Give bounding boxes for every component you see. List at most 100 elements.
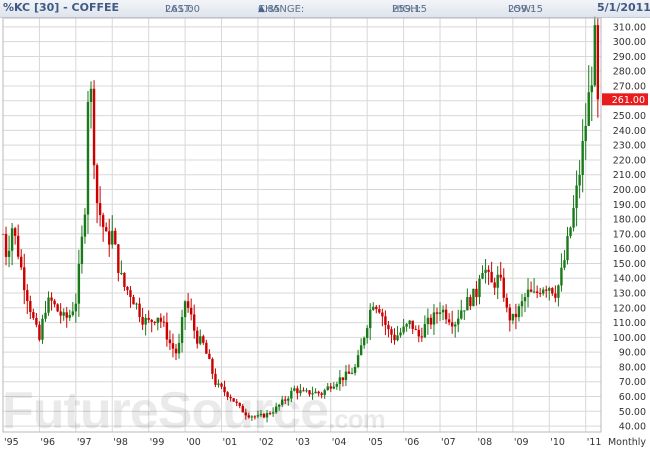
candle-body [353, 366, 357, 373]
candle-body [372, 306, 375, 310]
candle-body [526, 289, 530, 298]
candle-body [359, 345, 363, 356]
candle-body [156, 317, 159, 324]
candle-body [581, 141, 584, 175]
candle-body [138, 303, 141, 317]
candle-body [211, 358, 214, 374]
candle-body [529, 289, 533, 292]
candle-body [296, 388, 299, 394]
candle-body [290, 390, 293, 399]
frequency-label: Monthly [608, 437, 646, 448]
candle-body [89, 88, 93, 103]
candle-body [435, 312, 439, 314]
candle-body [584, 125, 587, 142]
candle-body [104, 227, 108, 232]
candle-body [165, 322, 169, 340]
candle-body [408, 320, 411, 325]
candle-body [329, 386, 332, 389]
candle-body [10, 228, 14, 251]
candle-body [578, 174, 581, 186]
candle-body [396, 335, 399, 341]
candle-body [13, 228, 17, 236]
candle-body [129, 290, 132, 298]
candle-body [153, 321, 156, 324]
candle-body [192, 314, 196, 331]
last-price-tag-label: 261.00 [612, 95, 645, 106]
y-tick-label: 310.00 [613, 22, 646, 33]
candle-body [38, 324, 41, 340]
grid-lines [2, 18, 601, 432]
candle-body [496, 274, 499, 288]
candle-body [423, 324, 427, 338]
y-tick-label: 70.00 [619, 377, 646, 388]
y-tick-label: 210.00 [613, 170, 646, 181]
candle-body [47, 297, 50, 313]
candle-body [523, 297, 527, 302]
candle-body [420, 336, 424, 338]
candle-body [186, 301, 190, 308]
candle-body [454, 324, 457, 327]
candle-body [65, 312, 68, 318]
candle-body [554, 293, 557, 298]
candle-body [7, 250, 11, 257]
candle-body [262, 413, 266, 418]
candle-body [101, 215, 105, 228]
candle-body [447, 319, 451, 323]
candle-body [29, 301, 32, 313]
y-tick-label: 240.00 [613, 126, 646, 137]
candle-body [332, 386, 336, 389]
candle-body [68, 315, 71, 318]
y-tick-label: 270.00 [613, 82, 646, 93]
candle-body [429, 317, 433, 325]
x-tick-label: '08 [477, 437, 492, 448]
candle-body [323, 390, 326, 395]
candle-body [566, 236, 569, 261]
candle-body [120, 272, 123, 274]
candle-body [196, 330, 199, 344]
candle-body [560, 267, 563, 286]
candle-body [326, 386, 329, 391]
candle-body [466, 297, 469, 311]
candle-body [123, 272, 126, 287]
candle-body [220, 383, 223, 387]
candle-body [77, 263, 81, 304]
candle-body [277, 404, 281, 407]
candle-body [335, 384, 339, 387]
candle-body [183, 301, 187, 318]
y-tick-label: 40.00 [619, 422, 646, 433]
candle-body [305, 390, 308, 392]
candle-body [338, 377, 342, 385]
candle-body [235, 401, 238, 403]
candle-body [32, 312, 35, 318]
candle-body [344, 371, 348, 381]
candle-body [199, 336, 202, 344]
candle-body [587, 92, 590, 126]
y-tick-label: 100.00 [613, 333, 646, 344]
candle-body [563, 260, 566, 268]
candle-body [575, 185, 578, 208]
candle-body [356, 355, 360, 367]
candle-body [414, 328, 417, 330]
candle-body [520, 301, 524, 307]
candle-body [214, 373, 217, 385]
candle-body [126, 286, 129, 291]
candle-body [23, 267, 26, 291]
candle-body [253, 416, 257, 418]
candle-body [347, 371, 351, 374]
candle-body [226, 392, 229, 397]
candle-body [223, 386, 226, 393]
y-tick-label: 170.00 [613, 229, 646, 240]
candle-body [490, 271, 493, 283]
candle-body [545, 289, 548, 291]
x-tick-label: '01 [223, 437, 238, 448]
candle-body [144, 317, 147, 325]
candle-body [381, 312, 384, 317]
x-axis: '95 '96 '97 '98 '99 '00 '01 '02 '03 '04 '05 '06 '07 '… [4, 437, 646, 448]
x-tick-label: '99 [150, 437, 165, 448]
candle-body [232, 398, 235, 402]
candle-body [114, 230, 117, 245]
candle-body [511, 313, 515, 321]
candle-body [399, 332, 402, 336]
candle-body [86, 102, 90, 215]
candle-body [92, 88, 96, 166]
